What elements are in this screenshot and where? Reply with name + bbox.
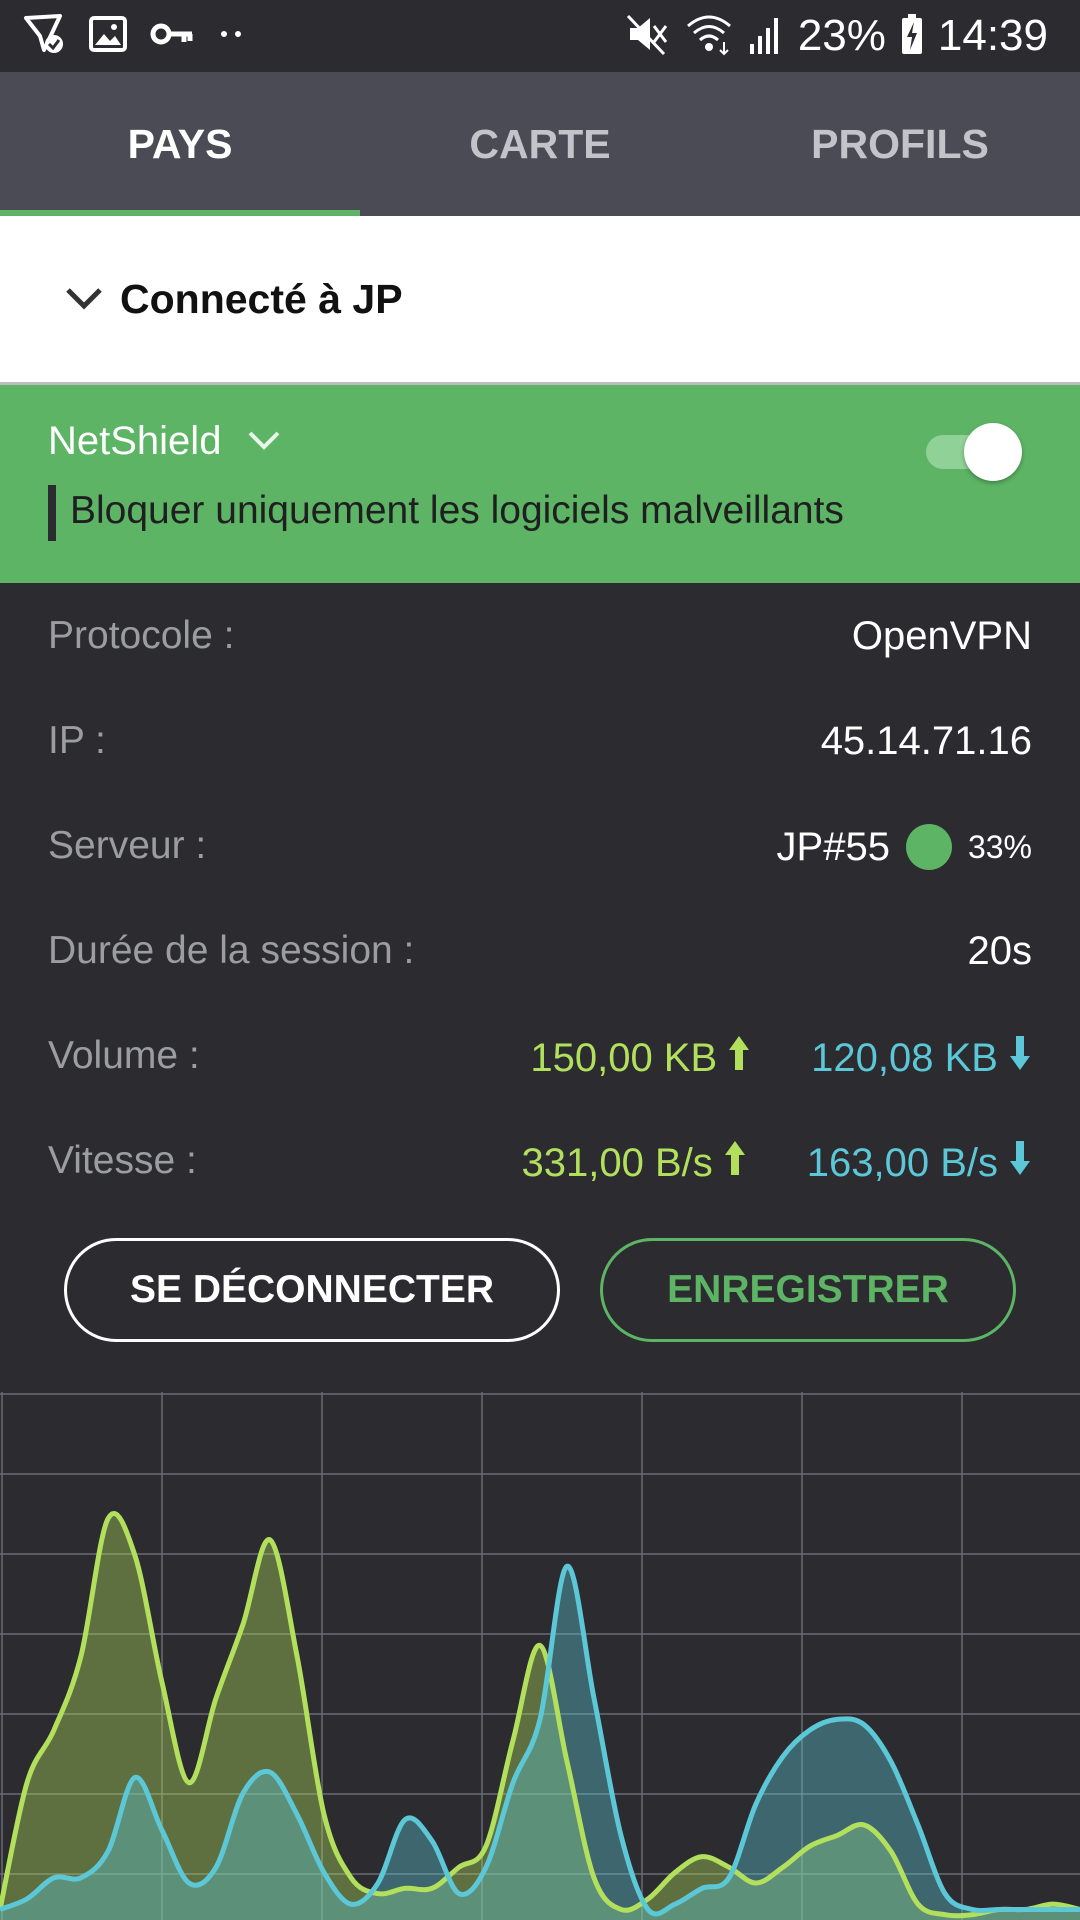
netshield-title[interactable]: NetShield [48,419,221,464]
connection-status-title: Connecté à JP [120,276,403,322]
server-row: Serveur : JP#55 33% [48,818,1032,878]
ip-row: IP : 45.14.71.16 [48,713,1032,773]
volume-value-group: 150,00 KB 120,08 KB [530,1034,1032,1082]
volume-row: Volume : 150,00 KB 120,08 KB [48,1028,1032,1088]
mute-icon [626,12,670,61]
toggle-thumb [964,423,1022,481]
server-load-indicator [905,824,952,870]
netshield-toggle[interactable] [926,419,1022,481]
download-arrow-icon [1008,1034,1032,1082]
save-profile-button[interactable]: ENREGISTRER [600,1238,1016,1342]
netshield-description-marker [48,485,56,541]
session-label: Durée de la session : [48,929,415,972]
server-value: JP#55 [776,824,890,869]
volume-label: Volume : [48,1034,200,1077]
speed-value-group: 331,00 B/s 163,00 B/s [522,1139,1033,1187]
traffic-chart [0,1392,1080,1920]
speed-row: Vitesse : 331,00 B/s 163,00 B/s [48,1133,1032,1193]
netshield-chevron-down-icon[interactable] [246,429,282,458]
connection-header[interactable]: Connecté à JP [0,216,1080,385]
chevron-down-icon[interactable] [64,284,104,319]
image-icon [88,14,128,59]
clock: 14:39 [937,11,1048,60]
status-right: 23% 14:39 [626,10,1048,62]
speed-label: Vitesse : [48,1139,197,1182]
netshield-description: Bloquer uniquement les logiciels malveil… [70,489,844,532]
wifi-icon [684,12,734,61]
netshield-panel: NetShield Bloquer uniquement les logicie… [0,385,1080,583]
tab-profils[interactable]: PROFILS [720,72,1080,216]
status-bar: 23% 14:39 [0,0,1080,72]
ip-label: IP : [48,719,106,762]
speed-up-value: 331,00 B/s [521,1140,713,1185]
session-row: Durée de la session : 20s [48,923,1032,983]
tab-bar: PAYS CARTE PROFILS [0,72,1080,216]
upload-arrow-icon [723,1139,747,1187]
status-left-icons [22,12,246,61]
protocol-value: OpenVPN [851,614,1032,658]
ip-value: 45.14.71.16 [820,719,1032,763]
volume-up-value: 150,00 KB [530,1035,718,1080]
upload-arrow-icon [727,1034,751,1082]
signal-icon [748,12,784,61]
protocol-row: Protocole : OpenVPN [48,608,1032,668]
download-arrow-icon [1008,1139,1032,1187]
protocol-label: Protocole : [48,614,235,657]
more-dots-icon [216,14,246,59]
session-value: 20s [967,929,1033,973]
server-load: 33% [967,828,1032,865]
server-value-group: JP#55 33% [777,824,1032,870]
battery-charging-icon [900,12,924,61]
battery-percent: 23% [797,11,886,60]
speed-down-value: 163,00 B/s [806,1140,998,1185]
disconnect-button[interactable]: SE DÉCONNECTER [64,1238,560,1342]
server-label: Serveur : [48,824,207,867]
send-check-icon [22,12,66,61]
tab-carte[interactable]: CARTE [360,72,720,216]
vpn-key-icon [150,14,194,59]
volume-down-value: 120,08 KB [811,1035,998,1080]
tab-pays[interactable]: PAYS [0,72,360,216]
